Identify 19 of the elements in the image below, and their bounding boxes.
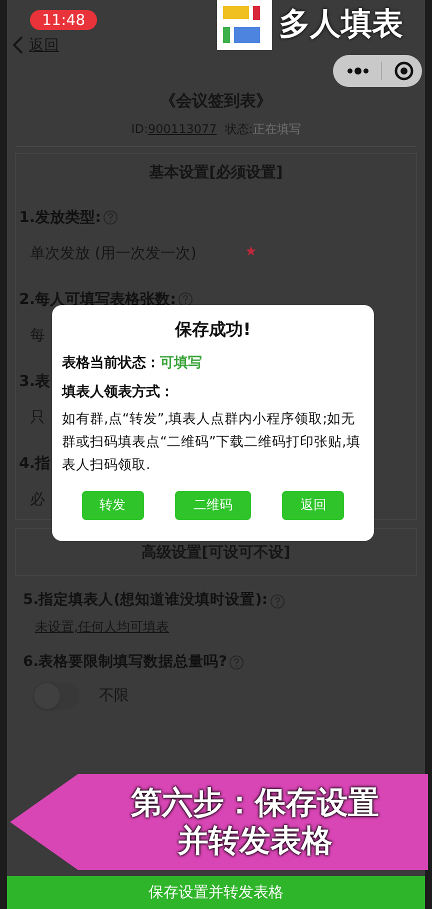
capsule-menu[interactable] <box>333 55 422 87</box>
status-time: 11:48 <box>30 10 98 30</box>
more-icon[interactable] <box>347 67 369 75</box>
banner-text: 第六步：保存设置 <box>131 784 379 822</box>
back-icon[interactable] <box>13 36 23 54</box>
dialog-title: 保存成功! <box>174 319 252 341</box>
dialog-button[interactable]: 转发 <box>82 491 144 520</box>
brand-name: 多人填表 <box>279 5 403 44</box>
method-label: 填表人领表方式： <box>62 382 175 402</box>
status-value: 可填写 <box>160 354 202 373</box>
dialog-button[interactable]: 二维码 <box>174 491 251 520</box>
close-icon[interactable] <box>394 61 414 81</box>
status-label: 表格当前状态： <box>62 354 160 373</box>
dialog-button[interactable]: 返回 <box>282 491 344 520</box>
save-button[interactable]: 保存设置并转发表格 <box>7 876 425 909</box>
instructions-text: 如有群,点“转发”,填表人点群内小程序领取;如无群或扫码填表点“二维码”下载二维码打印张贴,填表人扫码领取. <box>62 410 362 475</box>
help-icon[interactable] <box>178 292 194 307</box>
banner-text: 并转发表格 <box>178 822 332 860</box>
logo-icon <box>217 0 272 50</box>
